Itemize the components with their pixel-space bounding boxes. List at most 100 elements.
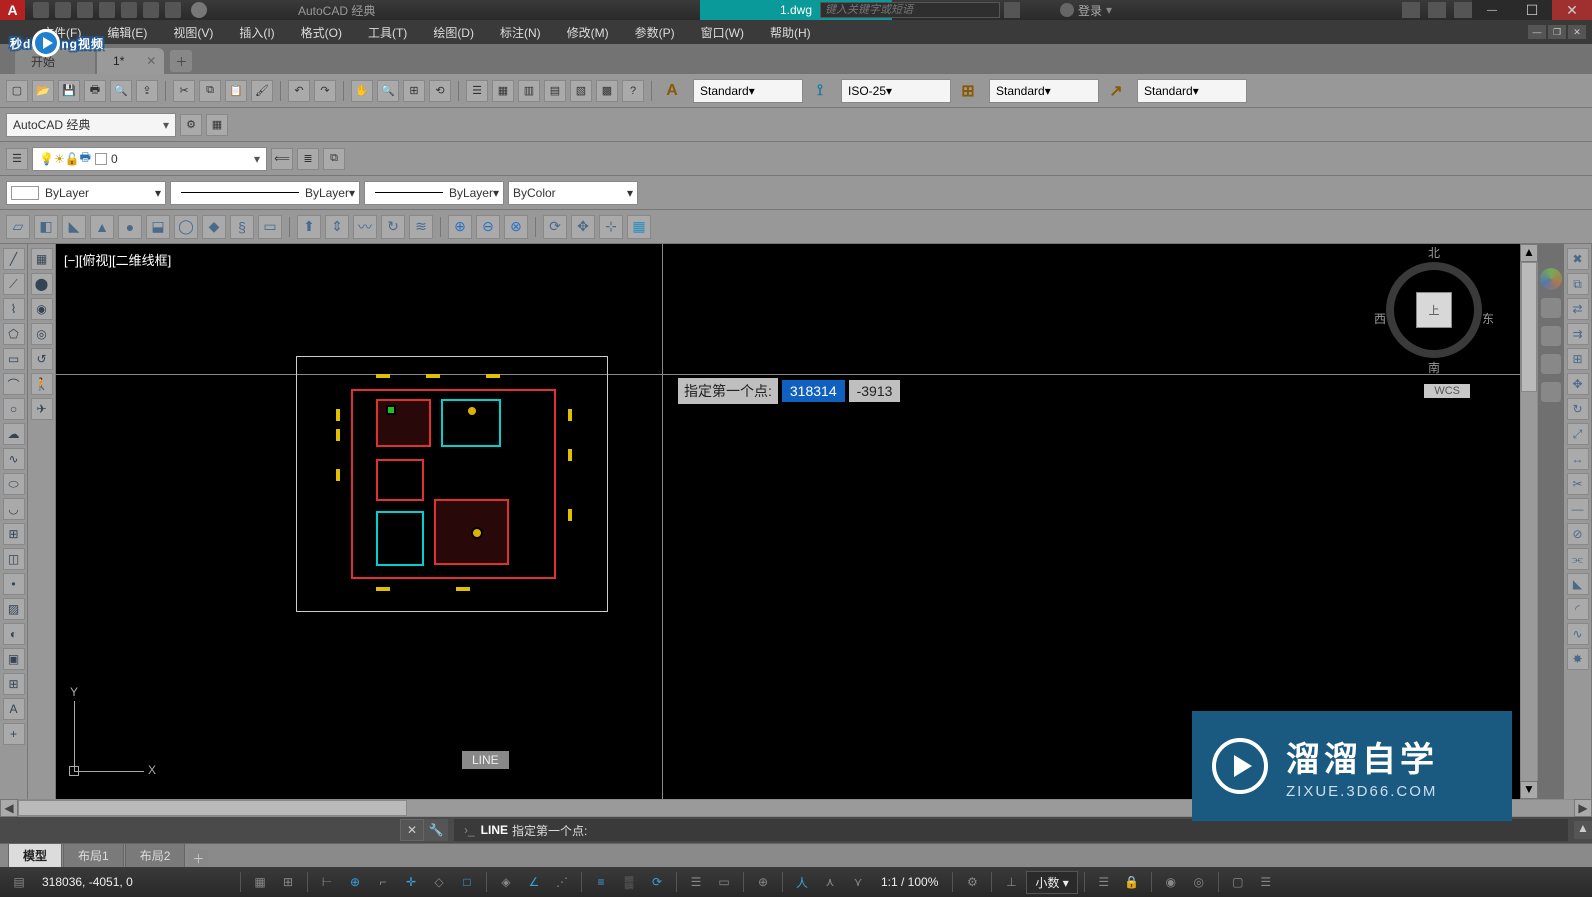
- polyline-icon[interactable]: ⌇: [3, 298, 25, 320]
- intersect-icon[interactable]: ⊗: [504, 215, 528, 239]
- extend-icon[interactable]: —: [1567, 498, 1589, 520]
- otrack-toggle[interactable]: ∠: [521, 870, 547, 894]
- nav-pan-icon[interactable]: [1541, 298, 1561, 318]
- nav-orbit-icon[interactable]: [1541, 354, 1561, 374]
- erase-icon[interactable]: ✖: [1567, 248, 1589, 270]
- free-orbit-icon[interactable]: ◉: [31, 298, 53, 320]
- workspace-lock-icon[interactable]: ▦: [206, 114, 228, 136]
- help-icon[interactable]: [1454, 2, 1472, 18]
- qat-save-icon[interactable]: [77, 2, 93, 18]
- stretch-icon[interactable]: ↔: [1567, 448, 1589, 470]
- menu-edit[interactable]: 编辑(E): [95, 22, 159, 43]
- join-icon[interactable]: ⫘: [1567, 548, 1589, 570]
- rectangle-icon[interactable]: ▭: [3, 348, 25, 370]
- snap-toggle[interactable]: ⊞: [275, 870, 301, 894]
- annomonitor-toggle[interactable]: ⊕: [750, 870, 776, 894]
- torus-icon[interactable]: ◯: [174, 215, 198, 239]
- union-icon[interactable]: ⊕: [448, 215, 472, 239]
- help-toolbar-icon[interactable]: ?: [622, 80, 644, 102]
- grid-toggle[interactable]: ▦: [247, 870, 273, 894]
- selection-cycle-toggle[interactable]: ⟳: [644, 870, 670, 894]
- menu-tools[interactable]: 工具(T): [356, 22, 419, 43]
- layout-add-button[interactable]: ＋: [188, 849, 208, 867]
- layout-model[interactable]: 模型: [8, 843, 62, 867]
- hardware-accel-icon[interactable]: ◉: [1158, 870, 1184, 894]
- offset-icon[interactable]: ⇉: [1567, 323, 1589, 345]
- model-paper-toggle[interactable]: ▤: [6, 870, 32, 894]
- presspull-icon[interactable]: ⇕: [325, 215, 349, 239]
- layer-manager-icon[interactable]: ☰: [6, 148, 28, 170]
- array-icon[interactable]: ⊞: [1567, 348, 1589, 370]
- cont-orbit-icon[interactable]: ◎: [31, 323, 53, 345]
- hsb-left-icon[interactable]: ◀: [0, 799, 18, 817]
- workspace-gear-icon[interactable]: [191, 2, 207, 18]
- ortho-toggle[interactable]: ⌐: [370, 870, 396, 894]
- swivel-icon[interactable]: ↺: [31, 348, 53, 370]
- walk-icon[interactable]: 🚶: [31, 373, 53, 395]
- workspace-dropdown[interactable]: AutoCAD 经典▾: [6, 113, 176, 137]
- dimstyle-icon[interactable]: ⟟: [807, 79, 833, 103]
- sc-toggle[interactable]: ▭: [711, 870, 737, 894]
- lwt-toggle[interactable]: ≡: [588, 870, 614, 894]
- iso-toggle[interactable]: ◇: [426, 870, 452, 894]
- sphere-icon[interactable]: ●: [118, 215, 142, 239]
- hatch-icon[interactable]: ▨: [3, 598, 25, 620]
- tablestyle-icon[interactable]: ⊞: [955, 79, 981, 103]
- textstyle-dropdown[interactable]: Standard▾: [693, 79, 803, 103]
- infer-toggle[interactable]: ⊢: [314, 870, 340, 894]
- cmd-close-icon[interactable]: ✕: [400, 819, 424, 841]
- close-button[interactable]: [1552, 0, 1592, 20]
- ellipse-icon[interactable]: ⬭: [3, 473, 25, 495]
- blend-icon[interactable]: ∿: [1567, 623, 1589, 645]
- steering-wheel-icon[interactable]: [1540, 268, 1562, 290]
- dyn-x-field[interactable]: 318314: [782, 380, 845, 402]
- nav-zoom-icon[interactable]: [1541, 326, 1561, 346]
- tab-close-icon[interactable]: ✕: [146, 54, 156, 68]
- subtract-icon[interactable]: ⊖: [476, 215, 500, 239]
- zoom-window-icon[interactable]: ⊞: [403, 80, 425, 102]
- mtext-icon[interactable]: A: [3, 698, 25, 720]
- command-line[interactable]: ›_ LINE 指定第一个点:: [454, 819, 1568, 841]
- polygon-icon[interactable]: ⬠: [3, 323, 25, 345]
- units-icon[interactable]: ⊥: [998, 870, 1024, 894]
- cleanscreen-icon[interactable]: ▢: [1225, 870, 1251, 894]
- pan-icon[interactable]: ✋: [351, 80, 373, 102]
- annoscale-icon[interactable]: 人: [789, 870, 815, 894]
- table-icon[interactable]: ⊞: [3, 673, 25, 695]
- layer-dropdown[interactable]: 💡☀🔓🖶 0 ▾: [32, 147, 267, 171]
- add-tab-button[interactable]: ＋: [170, 50, 192, 72]
- gradient-icon[interactable]: ◐: [3, 623, 25, 645]
- docwin-close-icon[interactable]: ✕: [1568, 25, 1586, 39]
- layer-prev-icon[interactable]: ⟸: [271, 148, 293, 170]
- new-icon[interactable]: ▢: [6, 80, 28, 102]
- revcloud-icon[interactable]: ☁: [3, 423, 25, 445]
- planar-icon[interactable]: ▭: [258, 215, 282, 239]
- annotation-scale[interactable]: 1:1 / 100%: [873, 875, 946, 889]
- signin-button[interactable]: 登录 ▾: [1060, 2, 1112, 19]
- transparency-toggle[interactable]: ▒: [616, 870, 642, 894]
- xline-icon[interactable]: ⟋: [3, 273, 25, 295]
- fillet-icon[interactable]: ◜: [1567, 598, 1589, 620]
- ducs-toggle[interactable]: ⋰: [549, 870, 575, 894]
- cone-icon[interactable]: ▲: [90, 215, 114, 239]
- mleaderstyle-icon[interactable]: ↗: [1103, 79, 1129, 103]
- isolate-icon[interactable]: ◎: [1186, 870, 1212, 894]
- menu-window[interactable]: 窗口(W): [689, 22, 756, 43]
- quickprops-icon[interactable]: ☰: [1091, 870, 1117, 894]
- qp-toggle[interactable]: ☰: [683, 870, 709, 894]
- menu-parametric[interactable]: 参数(P): [623, 22, 687, 43]
- wcs-label[interactable]: WCS: [1424, 384, 1470, 398]
- sheetset-icon[interactable]: ▤: [544, 80, 566, 102]
- docwin-restore-icon[interactable]: ❐: [1548, 25, 1566, 39]
- designcenter-icon[interactable]: ▦: [492, 80, 514, 102]
- units-dropdown[interactable]: 小数 ▾: [1026, 871, 1077, 894]
- qat-plot-icon[interactable]: [121, 2, 137, 18]
- 3dalign-icon[interactable]: ⊹: [599, 215, 623, 239]
- workspace-settings-icon[interactable]: ⚙: [180, 114, 202, 136]
- constrained-orbit-icon[interactable]: ⬤: [31, 273, 53, 295]
- addselect-icon[interactable]: +: [3, 723, 25, 745]
- coordinates-readout[interactable]: 318036, -4051, 0: [34, 875, 234, 889]
- linetype-dropdown[interactable]: ByLayer▾: [170, 181, 360, 205]
- tab-document[interactable]: 1*✕: [97, 48, 164, 74]
- menu-help[interactable]: 帮助(H): [758, 22, 823, 43]
